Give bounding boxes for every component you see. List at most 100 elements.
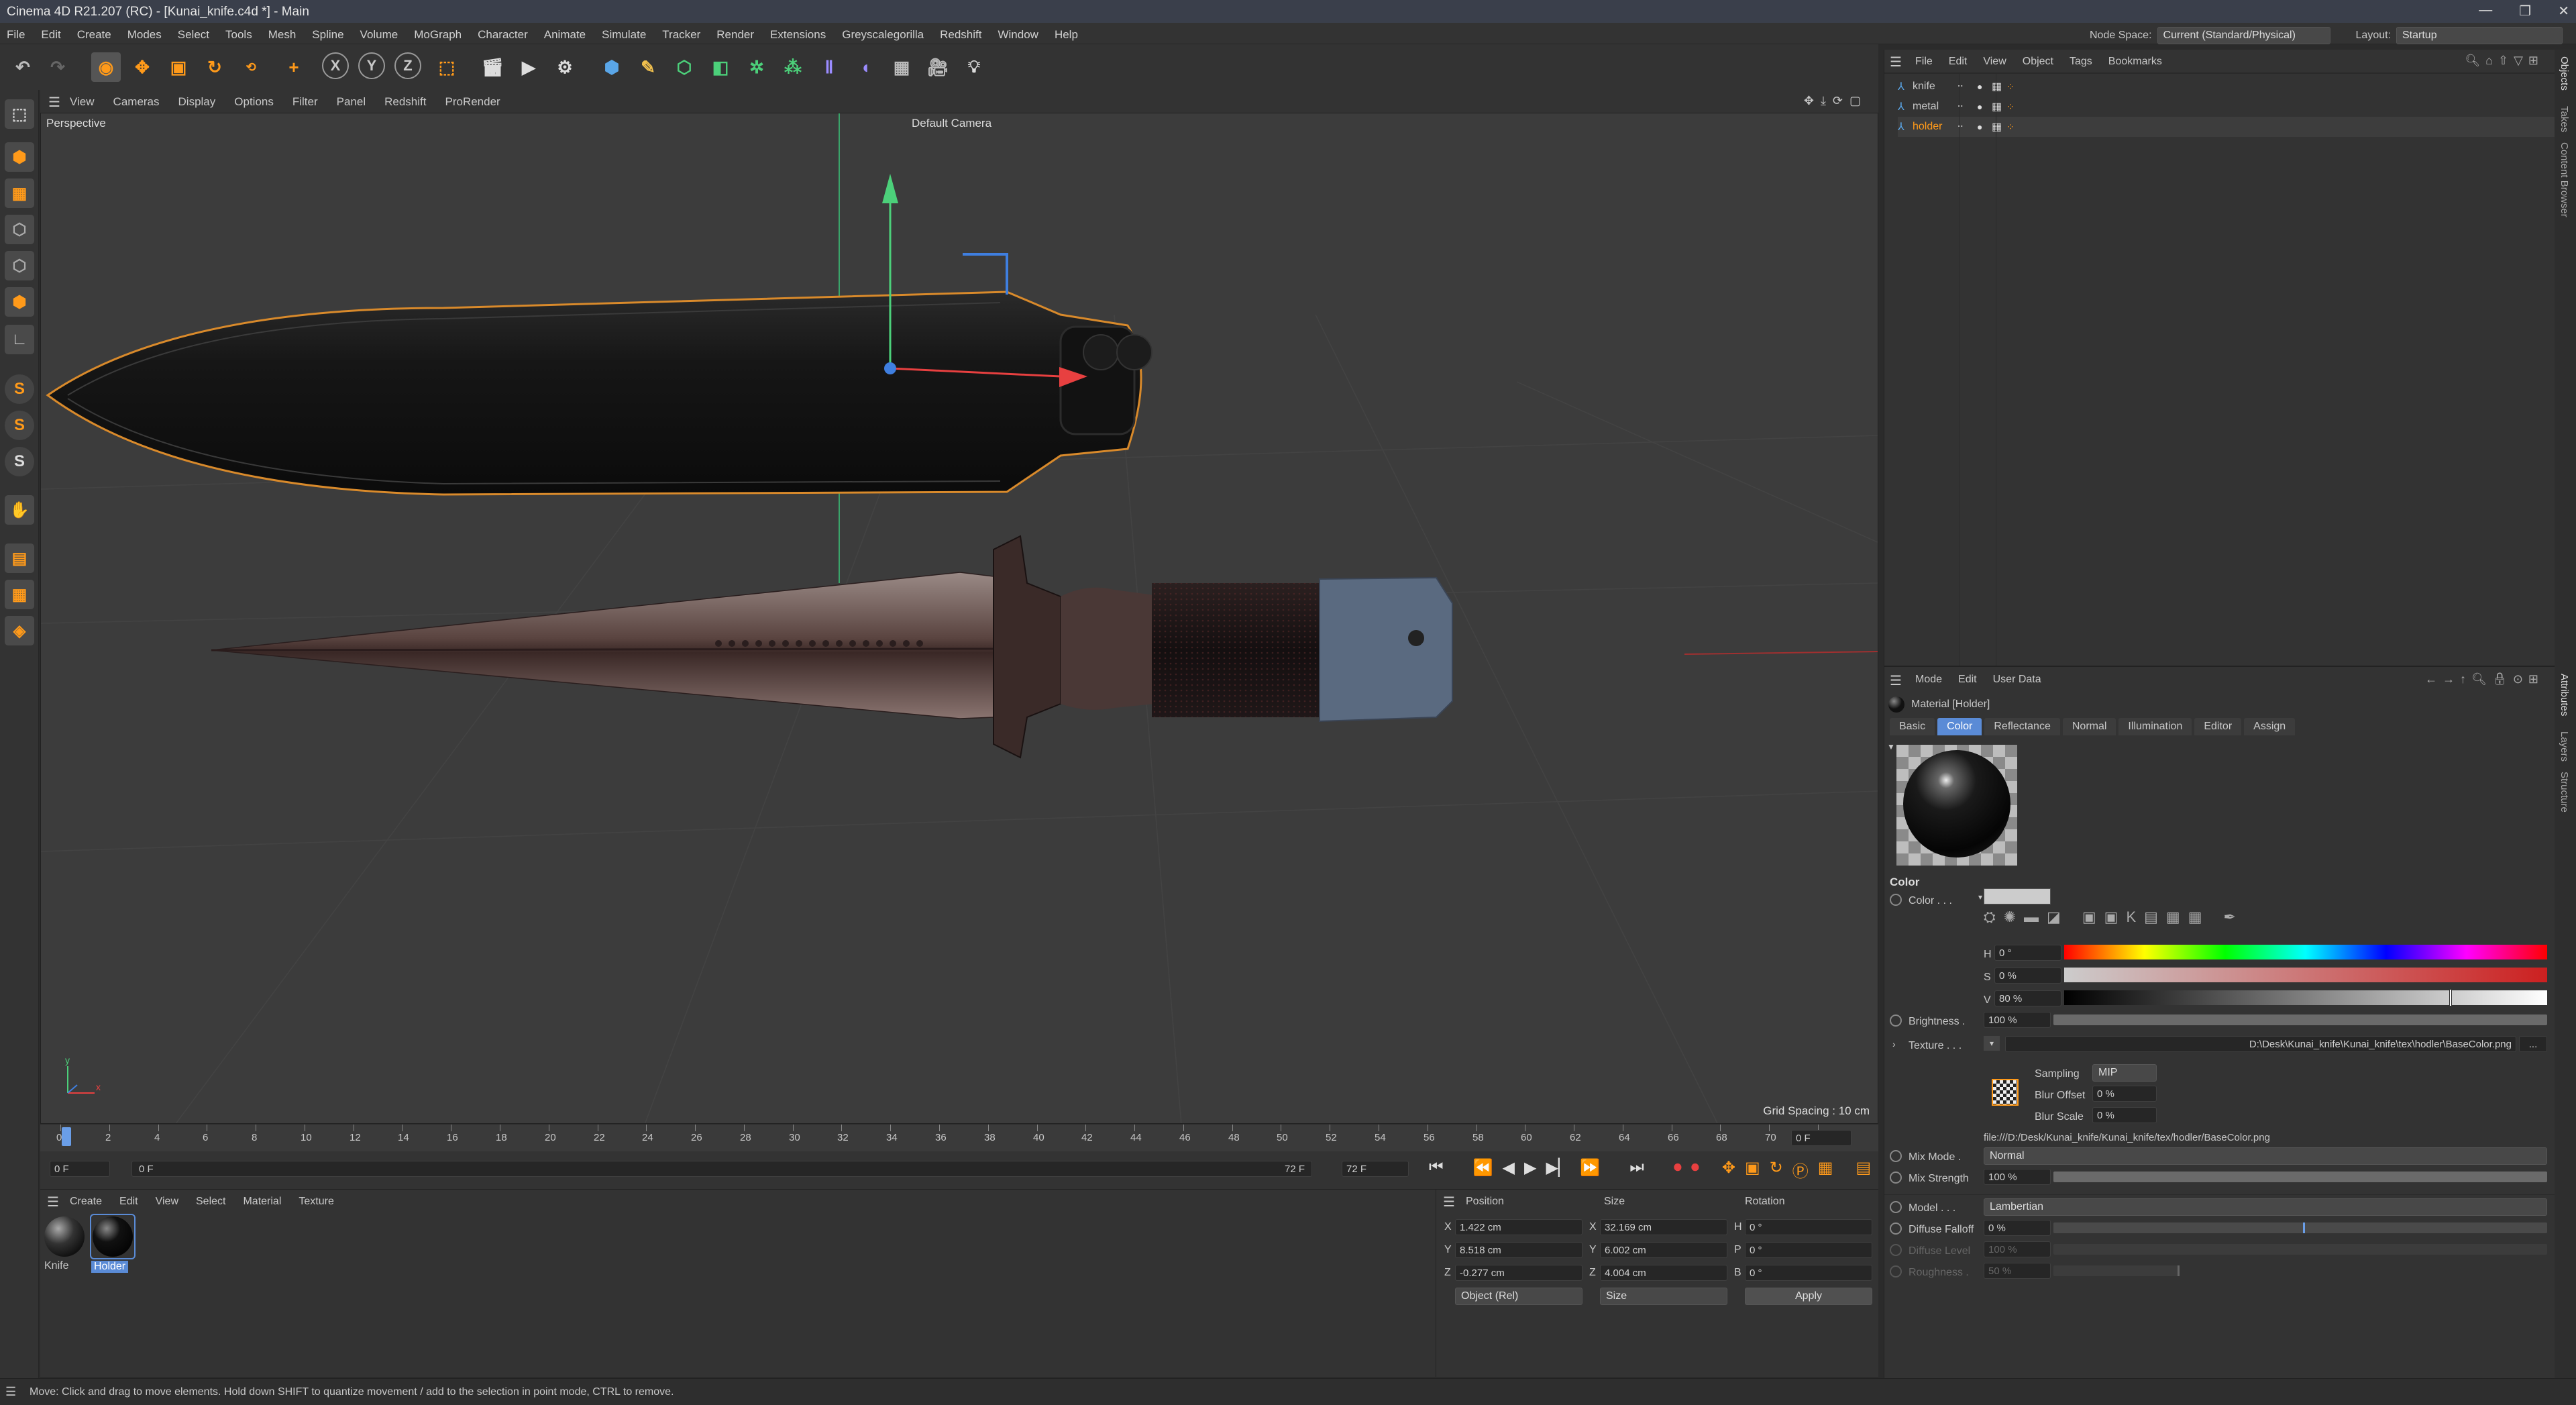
tab-structure[interactable]: Structure <box>2559 772 2570 813</box>
point-mode-icon[interactable]: ⬡ <box>5 215 34 244</box>
menu-edit[interactable]: Edit <box>41 28 60 42</box>
edge-mode-icon[interactable]: ⬡ <box>5 251 34 280</box>
coord-system-icon[interactable]: ⬚ <box>432 52 462 82</box>
material-tag-icon[interactable]: ● <box>1977 101 1992 112</box>
material-menu-edit[interactable]: Edit <box>119 1196 138 1207</box>
material-knife[interactable] <box>43 1215 86 1258</box>
key-param-icon[interactable]: Ⓟ <box>1792 1158 1809 1182</box>
render-region-icon[interactable]: 🎬︎ <box>478 52 507 82</box>
z-axis-icon[interactable]: Z <box>394 52 421 79</box>
attr-menu-mode[interactable]: Mode <box>1915 674 1942 685</box>
minimize-icon[interactable]: — <box>2479 3 2492 20</box>
snap-settings-icon[interactable]: S <box>5 411 34 440</box>
texture-dropdown-icon[interactable]: ▾ <box>1984 1036 2000 1051</box>
object-panel-menu-icon[interactable]: ☰ <box>1890 54 1902 70</box>
close-icon[interactable]: ✕ <box>2558 3 2569 20</box>
tab-basic[interactable]: Basic <box>1890 718 1935 735</box>
field-icon[interactable]: ◖ <box>851 52 880 82</box>
tweak-icon[interactable]: ✋ <box>5 495 34 525</box>
play-icon[interactable]: ▶ <box>1524 1158 1536 1182</box>
timeline-layout-icon[interactable]: ▤ <box>1856 1158 1871 1182</box>
render-view-icon[interactable]: ▶ <box>514 52 543 82</box>
attr-menu-user-data[interactable]: User Data <box>1993 674 2041 685</box>
diffuse-falloff-radio[interactable] <box>1890 1222 1902 1235</box>
image-picker-icon[interactable]: ▬ <box>2024 908 2039 926</box>
rotate-icon[interactable]: ↻ <box>200 52 229 82</box>
tab-assign[interactable]: Assign <box>2244 718 2296 735</box>
redshift-tag-icon[interactable]: ⁘ <box>2006 101 2021 113</box>
y-axis-icon[interactable]: Y <box>358 52 385 79</box>
checker-tag-icon[interactable]: ▦ <box>1992 100 2006 113</box>
viewport-menu-cameras[interactable]: Cameras <box>113 95 160 109</box>
blur-scale-field[interactable]: 0 % <box>2092 1107 2157 1123</box>
brightness-field[interactable]: 100 % <box>1984 1012 2051 1028</box>
size-field[interactable]: 6.002 cm <box>1600 1242 1727 1258</box>
checker-tag-icon[interactable]: ▦ <box>1992 80 2006 93</box>
texture-thumbnail[interactable] <box>1992 1079 2019 1106</box>
tab-objects[interactable]: Objects <box>2559 56 2570 91</box>
create-icon[interactable]: + <box>279 52 309 82</box>
go-to-start-icon[interactable]: ⏮ <box>1429 1158 1444 1182</box>
live-selection-icon[interactable]: ◉ <box>91 52 121 82</box>
next-key-icon[interactable]: ⏩ <box>1580 1158 1600 1182</box>
node-space-dropdown[interactable]: Current (Standard/Physical) <box>2157 27 2330 44</box>
undo-icon[interactable]: ↶ <box>8 52 38 82</box>
material-menu-material[interactable]: Material <box>243 1196 281 1207</box>
color-anim-radio[interactable] <box>1890 894 1902 906</box>
viewport-nav-icons[interactable]: ✥⤓⟳▢ <box>1804 94 1868 108</box>
color-expand-icon[interactable]: ▾ <box>1978 892 1982 902</box>
end-frame-field[interactable]: 72 F <box>1342 1161 1409 1177</box>
menu-redshift[interactable]: Redshift <box>940 28 981 42</box>
coord-mode-dropdown[interactable]: Object (Rel) <box>1455 1288 1582 1305</box>
snap-icon[interactable]: S <box>5 374 34 404</box>
playhead[interactable] <box>62 1127 71 1146</box>
object-name[interactable]: metal <box>1913 101 1957 113</box>
material-menu-view[interactable]: View <box>156 1196 178 1207</box>
timeline-ruler[interactable]: 0 2 4 6 8 10 12 14 16 18 20 22 24 26 28 30 32 34 36 38 40 42 4… <box>40 1125 1878 1151</box>
tab-layers[interactable]: Layers <box>2559 731 2570 762</box>
viewport-menu-prorender[interactable]: ProRender <box>445 95 500 109</box>
attr-panel-menu-icon[interactable]: ☰ <box>1890 672 1902 689</box>
material-menu-texture[interactable]: Texture <box>299 1196 333 1207</box>
object-row[interactable]: ⅄ holder ⠒ ● ▦ ⁘ <box>1898 117 2555 137</box>
menu-window[interactable]: Window <box>998 28 1038 42</box>
h-field[interactable]: 0 ° <box>1994 945 2061 961</box>
key-rotation-icon[interactable]: ↻ <box>1770 1158 1783 1182</box>
position-field[interactable]: 1.422 cm <box>1455 1219 1582 1235</box>
size-field[interactable]: 32.169 cm <box>1600 1219 1727 1235</box>
tab-content-browser[interactable]: Content Browser <box>2559 142 2570 217</box>
menu-spline[interactable]: Spline <box>312 28 343 42</box>
extrude-icon[interactable]: ◧ <box>706 52 735 82</box>
redo-icon[interactable]: ↷ <box>43 52 72 82</box>
previous-key-icon[interactable]: ⏪ <box>1473 1158 1493 1182</box>
viewport-menu-panel[interactable]: Panel <box>337 95 366 109</box>
menu-simulate[interactable]: Simulate <box>602 28 646 42</box>
redshift-tag-icon[interactable]: ⁘ <box>2006 81 2021 93</box>
camera-name[interactable]: Default Camera <box>912 117 991 129</box>
previous-frame-icon[interactable]: ◀ <box>1503 1158 1515 1182</box>
tab-color[interactable]: Color <box>1937 718 1982 735</box>
mix-mode-dropdown[interactable]: Normal <box>1984 1147 2547 1165</box>
perspective-viewport[interactable]: Perspective Default Camera x y Grid Spac… <box>40 113 1878 1124</box>
blur-offset-field[interactable]: 0 % <box>2092 1086 2157 1102</box>
material-menu-create[interactable]: Create <box>70 1196 102 1207</box>
color-swatch[interactable] <box>1984 888 2051 904</box>
rotation-field[interactable]: 0 ° <box>1745 1265 1872 1281</box>
menu-file[interactable]: File <box>7 28 25 42</box>
mixer-icon[interactable]: ▤ <box>2144 908 2158 926</box>
redshift-tag-icon[interactable]: ⁘ <box>2006 121 2021 133</box>
collapse-icon[interactable]: ▼ <box>1887 742 1895 751</box>
next-frame-icon[interactable]: ▶▏ <box>1546 1158 1570 1182</box>
mix-strength-radio[interactable] <box>1890 1172 1902 1184</box>
eyedropper-icon[interactable]: ✒ <box>2224 908 2236 926</box>
grid-swatch-icon[interactable]: ▦ <box>2188 908 2202 926</box>
hue-slider[interactable] <box>2064 945 2547 959</box>
move-icon[interactable]: ✥ <box>127 52 157 82</box>
tab-takes[interactable]: Takes <box>2559 106 2570 132</box>
menu-animate[interactable]: Animate <box>544 28 586 42</box>
grid-icon[interactable]: ▦ <box>5 580 34 609</box>
maximize-icon[interactable]: ❐ <box>2519 3 2531 20</box>
light-icon[interactable]: 💡︎ <box>959 52 989 82</box>
deformer-icon[interactable]: Ⅱ <box>814 52 844 82</box>
rotation-field[interactable]: 0 ° <box>1745 1219 1872 1235</box>
